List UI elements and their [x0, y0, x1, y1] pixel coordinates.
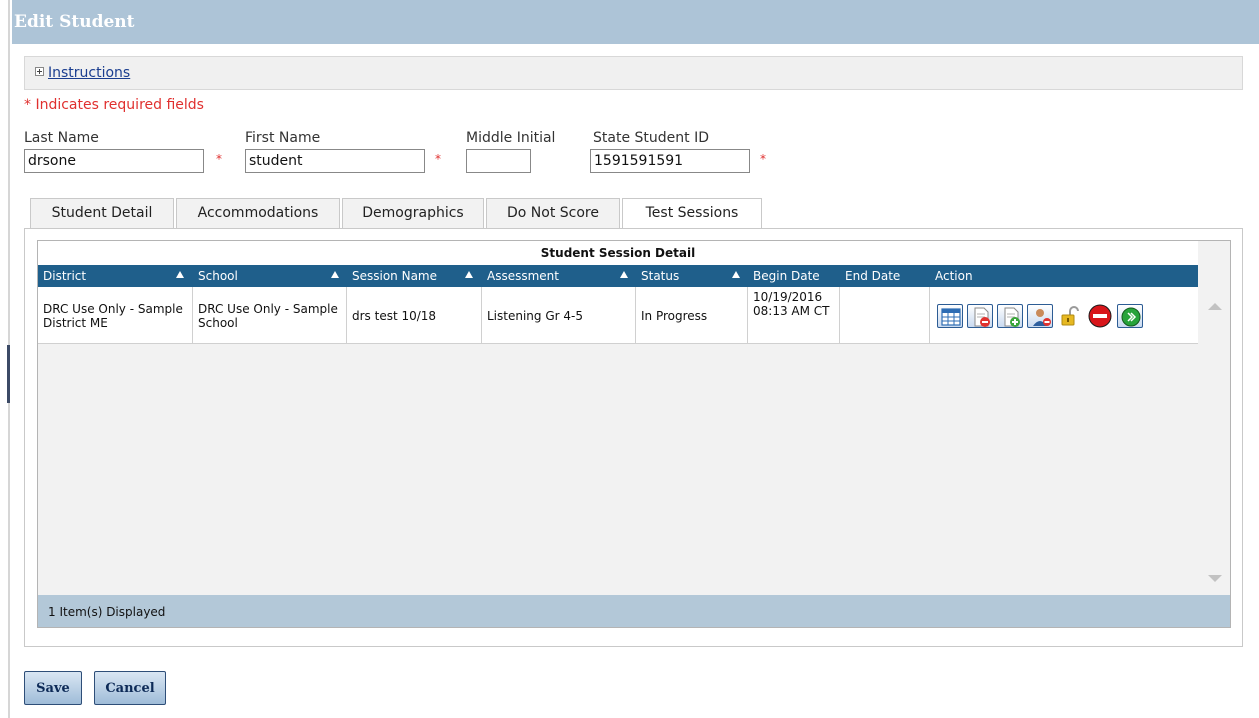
- tab-do-not-score[interactable]: Do Not Score: [486, 198, 620, 228]
- table-row[interactable]: DRC Use Only - Sample District ME DRC Us…: [38, 287, 1198, 344]
- instructions-panel: Instructions: [24, 56, 1243, 90]
- instructions-link[interactable]: Instructions: [48, 65, 130, 81]
- column-header-action: Action: [935, 269, 973, 283]
- cell-end-date: [840, 287, 930, 344]
- required-marker: *: [435, 152, 441, 166]
- cell-actions: [930, 287, 1198, 344]
- unlock-icon[interactable]: [1057, 304, 1083, 328]
- state-student-id-label: State Student ID: [593, 130, 709, 146]
- first-name-field[interactable]: [245, 149, 425, 173]
- cell-district: DRC Use Only - Sample District ME: [38, 287, 193, 344]
- grid-header: District School Session Name Assessment …: [38, 265, 1198, 287]
- state-student-id-field[interactable]: [590, 149, 750, 173]
- dialog-title: Edit Student: [12, 0, 1259, 44]
- sort-arrow-icon[interactable]: [331, 271, 339, 278]
- remove-document-icon[interactable]: [967, 303, 993, 328]
- scroll-up-arrow-icon[interactable]: [1208, 303, 1222, 310]
- frame-marker: [7, 345, 10, 403]
- sort-arrow-icon[interactable]: [732, 271, 740, 278]
- middle-initial-label: Middle Initial: [466, 130, 556, 146]
- view-details-icon[interactable]: [937, 303, 963, 328]
- cell-school: DRC Use Only - Sample School: [193, 287, 347, 344]
- required-marker: *: [216, 152, 222, 166]
- cell-status: In Progress: [636, 287, 748, 344]
- column-header-district[interactable]: District: [38, 265, 193, 287]
- tab-student-detail[interactable]: Student Detail: [30, 198, 174, 228]
- save-button[interactable]: Save: [24, 671, 82, 705]
- middle-initial-field[interactable]: [466, 149, 531, 173]
- grid-caption: Student Session Detail: [38, 241, 1198, 265]
- tab-test-sessions[interactable]: Test Sessions: [622, 198, 762, 229]
- column-header-begin-date[interactable]: Begin Date: [748, 265, 840, 287]
- required-fields-note: * Indicates required fields: [24, 97, 204, 113]
- first-name-label: First Name: [245, 130, 321, 146]
- add-document-icon[interactable]: [997, 303, 1023, 328]
- last-name-field[interactable]: [24, 149, 204, 173]
- cell-assessment: Listening Gr 4-5: [482, 287, 636, 344]
- remove-student-icon[interactable]: [1027, 303, 1053, 328]
- session-grid: Student Session Detail District School S…: [37, 240, 1231, 628]
- vertical-scrollbar[interactable]: [1197, 287, 1230, 597]
- grid-footer: 1 Item(s) Displayed: [38, 595, 1230, 627]
- cancel-button[interactable]: Cancel: [94, 671, 166, 705]
- cell-begin-date: 10/19/2016 08:13 AM CT: [748, 287, 840, 344]
- tab-accommodations[interactable]: Accommodations: [176, 198, 340, 228]
- sort-arrow-icon[interactable]: [176, 271, 184, 278]
- tab-demographics[interactable]: Demographics: [342, 198, 484, 228]
- sort-arrow-icon[interactable]: [465, 271, 473, 278]
- last-name-label: Last Name: [24, 130, 99, 146]
- scroll-down-arrow-icon[interactable]: [1208, 575, 1222, 582]
- required-marker: *: [760, 152, 766, 166]
- cell-session-name: drs test 10/18: [347, 287, 482, 344]
- expand-icon[interactable]: [35, 67, 44, 76]
- sort-arrow-icon[interactable]: [620, 271, 628, 278]
- resume-icon[interactable]: [1117, 303, 1143, 328]
- column-header-status[interactable]: Status: [636, 265, 748, 287]
- column-header-school[interactable]: School: [193, 265, 347, 287]
- column-header-assessment[interactable]: Assessment: [482, 265, 636, 287]
- stop-icon[interactable]: [1087, 304, 1113, 328]
- column-header-end-date[interactable]: End Date: [840, 265, 930, 287]
- action-icon-group: [930, 303, 1143, 328]
- left-frame-edge: [0, 0, 10, 718]
- column-header-session-name[interactable]: Session Name: [347, 265, 482, 287]
